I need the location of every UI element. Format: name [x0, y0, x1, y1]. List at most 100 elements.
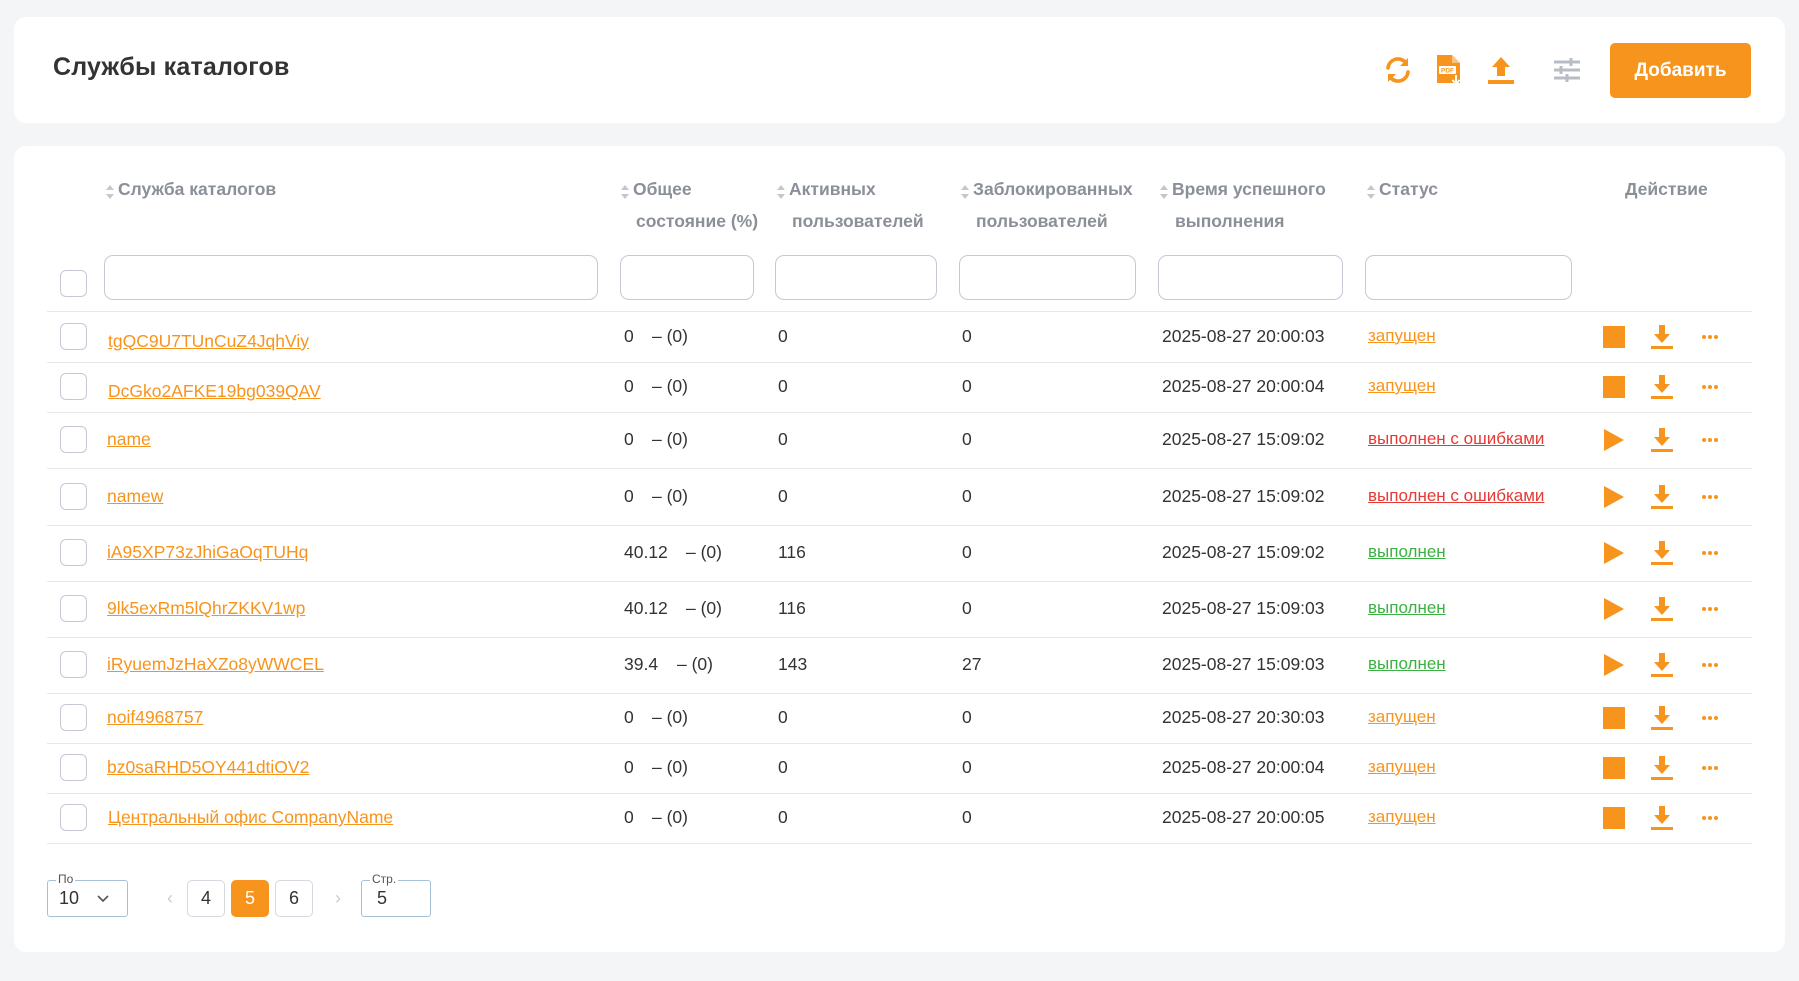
- play-icon[interactable]: [1600, 483, 1628, 511]
- blocked-users-value: 0: [962, 757, 972, 777]
- service-name-link[interactable]: iRyuemJzHaXZo8yWWCEL: [107, 654, 324, 675]
- more-options-icon[interactable]: [1696, 539, 1724, 567]
- row-checkbox[interactable]: [60, 373, 87, 400]
- column-header-time[interactable]: Время успешного выполнения: [1159, 176, 1326, 235]
- stop-icon[interactable]: [1600, 373, 1628, 401]
- select-all-checkbox[interactable]: [60, 270, 87, 297]
- column-header-state[interactable]: Общее состояние (%): [620, 176, 758, 235]
- row-checkbox[interactable]: [60, 651, 87, 678]
- play-icon[interactable]: [1600, 595, 1628, 623]
- sort-icon[interactable]: [1366, 181, 1376, 208]
- next-page-button[interactable]: ›: [328, 880, 348, 917]
- pdf-export-icon[interactable]: PDF: [1432, 53, 1466, 87]
- play-icon[interactable]: [1600, 539, 1628, 567]
- state-value: 0: [624, 757, 634, 777]
- download-icon[interactable]: [1648, 373, 1676, 401]
- row-checkbox[interactable]: [60, 595, 87, 622]
- add-button[interactable]: Добавить: [1610, 43, 1751, 98]
- service-name-link[interactable]: Центральный офис CompanyName: [108, 807, 393, 828]
- page-button[interactable]: 4: [187, 880, 225, 917]
- play-icon[interactable]: [1600, 426, 1628, 454]
- success-time-value: 2025-08-27 20:00:05: [1162, 807, 1325, 827]
- service-name-link[interactable]: bz0saRHD5OY441dtiOV2: [107, 757, 309, 778]
- status-link[interactable]: выполнен с ошибками: [1368, 429, 1544, 449]
- per-page-select[interactable]: По 10: [47, 872, 128, 917]
- service-name-link[interactable]: name: [107, 429, 151, 450]
- more-options-icon[interactable]: [1696, 483, 1724, 511]
- filter-active-input[interactable]: [775, 255, 937, 300]
- state-value: 39.4: [624, 654, 659, 674]
- row-checkbox[interactable]: [60, 754, 87, 781]
- download-icon[interactable]: [1648, 651, 1676, 679]
- more-options-icon[interactable]: [1696, 651, 1724, 679]
- more-options-icon[interactable]: [1696, 754, 1724, 782]
- status-link[interactable]: запущен: [1368, 326, 1436, 346]
- more-options-icon[interactable]: [1696, 595, 1724, 623]
- status-link[interactable]: запущен: [1368, 376, 1436, 396]
- stop-icon[interactable]: [1600, 704, 1628, 732]
- row-checkbox[interactable]: [60, 322, 87, 350]
- more-options-icon[interactable]: [1696, 373, 1724, 401]
- sort-icon[interactable]: [620, 181, 630, 208]
- row-checkbox[interactable]: [60, 482, 87, 510]
- column-header-active[interactable]: Активных пользователей: [776, 176, 924, 235]
- download-icon[interactable]: [1648, 804, 1676, 832]
- goto-page-input[interactable]: Стр. 5: [361, 872, 431, 917]
- service-name-link[interactable]: iA95XP73zJhiGaOqTUHq: [107, 542, 308, 563]
- row-checkbox[interactable]: [60, 539, 87, 566]
- prev-page-button[interactable]: ‹: [160, 880, 180, 917]
- download-icon[interactable]: [1648, 704, 1676, 732]
- download-icon[interactable]: [1648, 595, 1676, 623]
- filter-service-input[interactable]: [104, 255, 598, 300]
- status-link[interactable]: выполнен: [1368, 542, 1446, 562]
- refresh-icon[interactable]: [1381, 53, 1415, 87]
- download-icon[interactable]: [1648, 323, 1676, 351]
- download-icon[interactable]: [1648, 426, 1676, 454]
- download-icon[interactable]: [1648, 483, 1676, 511]
- filter-blocked-input[interactable]: [959, 255, 1136, 300]
- row-checkbox[interactable]: [60, 704, 87, 731]
- page-button-current[interactable]: 5: [231, 880, 269, 917]
- upload-icon[interactable]: [1484, 53, 1518, 87]
- stop-icon[interactable]: [1600, 323, 1628, 351]
- service-name-link[interactable]: noif4968757: [107, 707, 203, 728]
- sort-icon[interactable]: [776, 181, 786, 208]
- status-link[interactable]: выполнен с ошибками: [1368, 486, 1544, 506]
- page-button[interactable]: 6: [275, 880, 313, 917]
- filter-state-input[interactable]: [620, 255, 754, 300]
- more-options-icon[interactable]: [1696, 704, 1724, 732]
- more-options-icon[interactable]: [1696, 426, 1724, 454]
- status-link[interactable]: запущен: [1368, 757, 1436, 777]
- download-icon[interactable]: [1648, 754, 1676, 782]
- service-name-link[interactable]: namew: [107, 486, 163, 507]
- filter-settings-icon[interactable]: [1550, 53, 1584, 87]
- status-link[interactable]: выполнен: [1368, 654, 1446, 674]
- status-link[interactable]: запущен: [1368, 707, 1436, 727]
- column-header-blocked[interactable]: Заблокированных пользователей: [960, 176, 1133, 235]
- service-name-link[interactable]: tgQC9U7TUnCuZ4JqhViy: [108, 331, 309, 352]
- service-name-link[interactable]: 9lk5exRm5lQhrZKKV1wp: [107, 598, 305, 619]
- play-icon[interactable]: [1600, 651, 1628, 679]
- directory-services-table: Служба каталогов Общее состояние (%) Акт…: [14, 146, 1785, 952]
- sort-icon[interactable]: [105, 181, 115, 208]
- stop-icon[interactable]: [1600, 754, 1628, 782]
- sort-icon[interactable]: [1159, 181, 1169, 208]
- status-link[interactable]: выполнен: [1368, 598, 1446, 618]
- download-icon[interactable]: [1648, 539, 1676, 567]
- more-options-icon[interactable]: [1696, 804, 1724, 832]
- row-checkbox[interactable]: [60, 804, 87, 831]
- service-name-link[interactable]: DcGko2AFKE19bg039QAV: [108, 381, 321, 402]
- column-header-service[interactable]: Служба каталогов: [105, 176, 276, 208]
- stop-icon[interactable]: [1600, 804, 1628, 832]
- success-time-value: 2025-08-27 20:00:03: [1162, 325, 1325, 346]
- sort-icon[interactable]: [960, 181, 970, 208]
- column-header-status[interactable]: Статус: [1366, 176, 1438, 208]
- filter-status-input[interactable]: [1365, 255, 1572, 300]
- more-options-icon[interactable]: [1696, 323, 1724, 351]
- state-extra: – (0): [652, 325, 688, 346]
- row-divider: [47, 468, 1752, 469]
- status-link[interactable]: запущен: [1368, 807, 1436, 827]
- filter-time-input[interactable]: [1158, 255, 1343, 300]
- active-users-value: 143: [778, 654, 808, 674]
- row-checkbox[interactable]: [60, 426, 87, 453]
